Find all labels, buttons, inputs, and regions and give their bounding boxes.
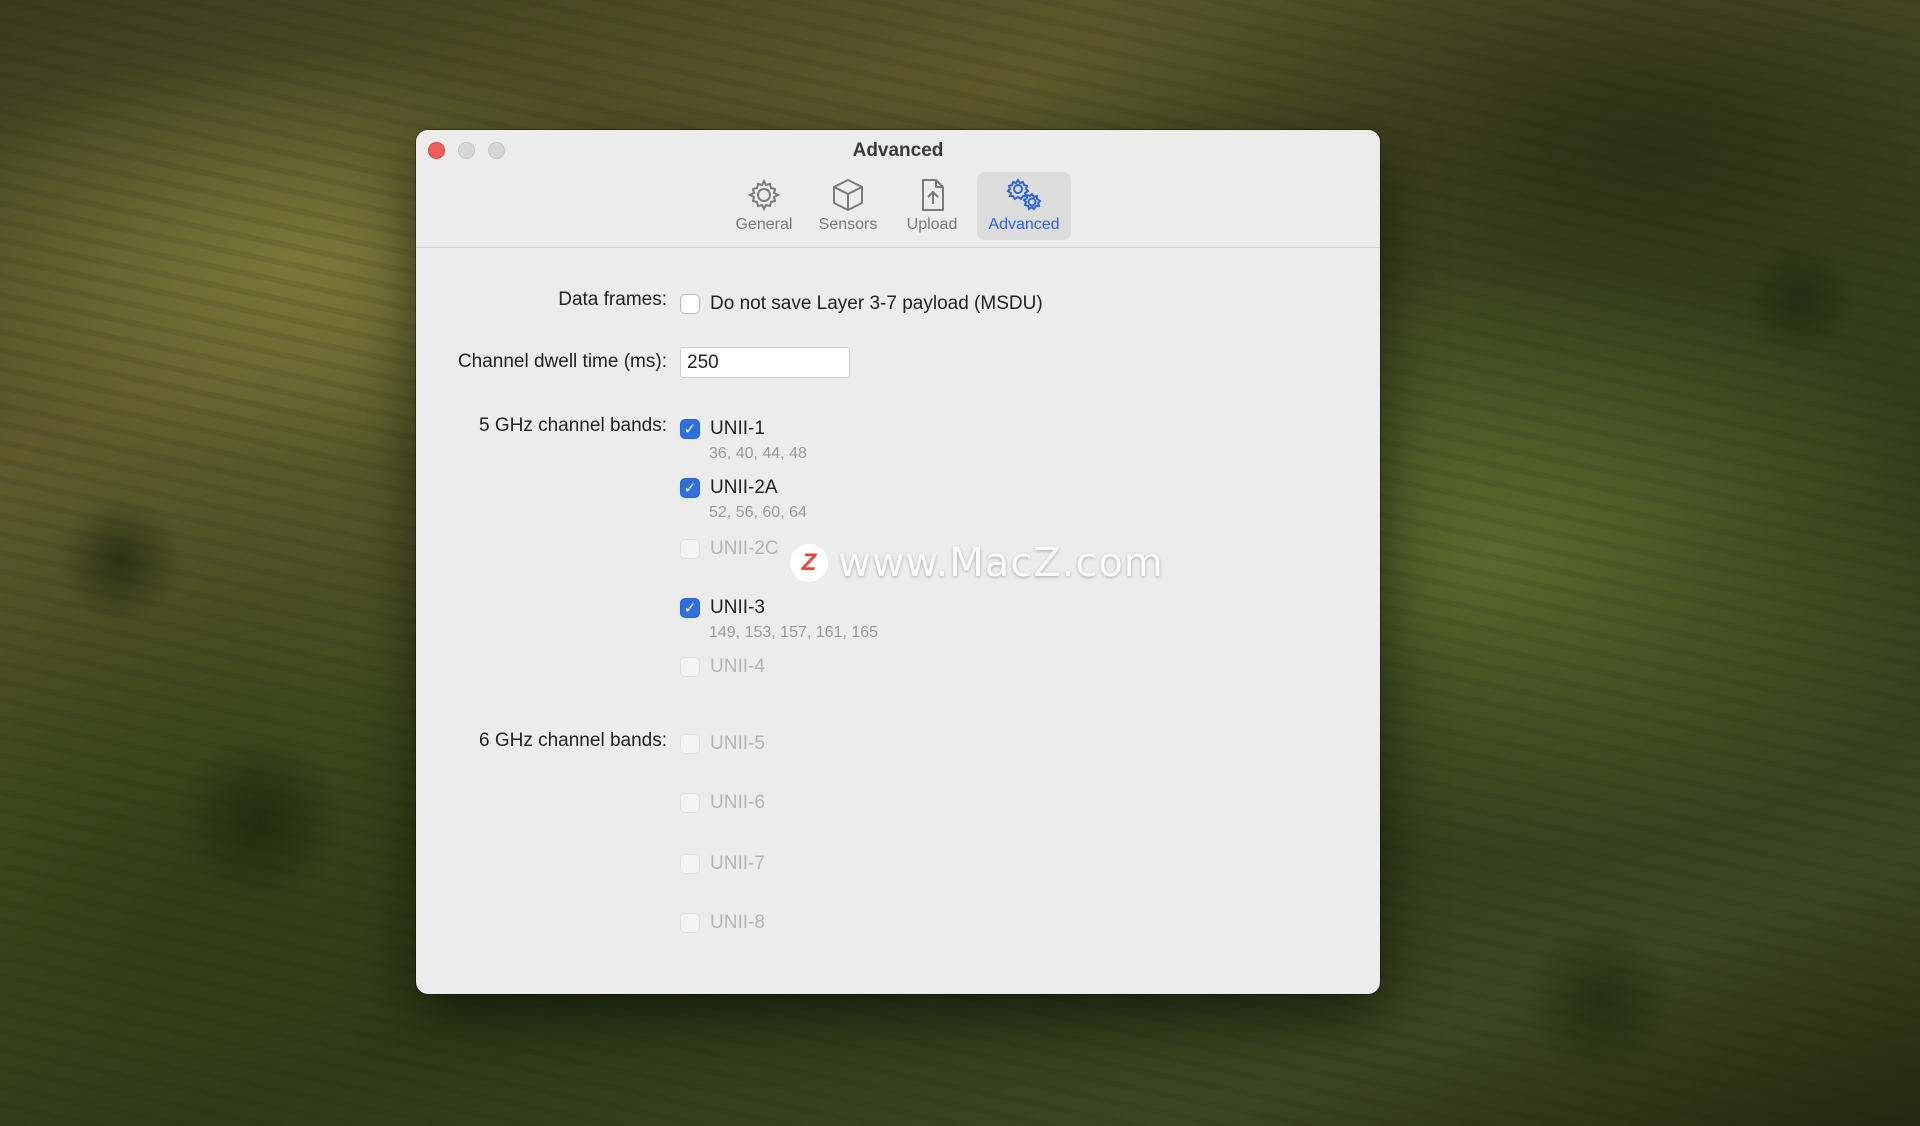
dwell-time-input[interactable]: [680, 347, 850, 378]
band-unii-1-checkbox[interactable]: [680, 419, 700, 439]
tab-upload[interactable]: Upload: [893, 172, 971, 240]
band-unii-5-checkbox: [680, 734, 700, 754]
tab-label: Sensors: [818, 216, 878, 233]
band-unii-2c: UNII-2C: [680, 537, 779, 561]
band-name: UNII-7: [710, 853, 765, 874]
band-channels: 36, 40, 44, 48: [709, 445, 807, 462]
data-frames-label: Data frames:: [558, 289, 667, 310]
msdu-checkbox-label: Do not save Layer 3-7 payload (MSDU): [710, 293, 1043, 314]
band-unii-1-row[interactable]: UNII-1: [680, 417, 807, 441]
band-unii-2a-checkbox[interactable]: [680, 478, 700, 498]
band-unii-7-checkbox: [680, 854, 700, 874]
band-name: UNII-2A: [710, 477, 778, 498]
cube-icon: [833, 179, 863, 211]
band-unii-3: UNII-3 149, 153, 157, 161, 165: [680, 596, 878, 642]
band-unii-3-row[interactable]: UNII-3: [680, 596, 878, 620]
band-channels: 149, 153, 157, 161, 165: [709, 624, 879, 641]
band-unii-4: UNII-4: [680, 655, 765, 679]
band-unii-7: UNII-7: [680, 852, 765, 876]
watermark-text: www.MacZ.com: [838, 540, 1164, 586]
tab-advanced[interactable]: Advanced: [977, 172, 1071, 240]
band-unii-6-row: UNII-6: [680, 791, 765, 815]
upload-icon: [922, 179, 944, 211]
band-name: UNII-8: [710, 912, 765, 933]
band-unii-1: UNII-1 36, 40, 44, 48: [680, 417, 807, 463]
band-unii-2c-checkbox: [680, 539, 700, 559]
band-unii-6: UNII-6: [680, 791, 765, 815]
band-unii-4-checkbox: [680, 657, 700, 677]
data-frames-control: Do not save Layer 3-7 payload (MSDU): [680, 292, 1043, 316]
band-unii-5-row: UNII-5: [680, 732, 765, 756]
watermark-logo: Z: [790, 544, 828, 582]
band-name: UNII-4: [710, 656, 765, 677]
band-unii-5: UNII-5: [680, 732, 765, 756]
title-bar: Advanced General Sensors Upload Advanced: [416, 130, 1380, 248]
band-unii-2a-row[interactable]: UNII-2A: [680, 476, 807, 500]
band-name: UNII-6: [710, 792, 765, 813]
band-unii-6-checkbox: [680, 793, 700, 813]
tab-label: Advanced: [988, 216, 1060, 233]
band-unii-2c-row: UNII-2C: [680, 537, 779, 561]
msdu-checkbox[interactable]: [680, 294, 700, 314]
band-unii-8-row: UNII-8: [680, 911, 765, 935]
band-unii-7-row: UNII-7: [680, 852, 765, 876]
band-unii-2a: UNII-2A 52, 56, 60, 64: [680, 476, 807, 522]
band-name: UNII-5: [710, 733, 765, 754]
tab-general[interactable]: General: [725, 172, 803, 240]
band-name: UNII-3: [710, 597, 765, 618]
bands-6ghz-label: 6 GHz channel bands:: [478, 730, 667, 751]
watermark: Z www.MacZ.com: [790, 540, 1164, 586]
tab-label: Upload: [906, 216, 958, 233]
toolbar-tabs: General Sensors Upload Advanced: [416, 172, 1380, 240]
band-name: UNII-1: [710, 418, 765, 439]
gear-icon: [747, 178, 781, 212]
window-title: Advanced: [852, 140, 944, 161]
band-unii-3-checkbox[interactable]: [680, 598, 700, 618]
band-unii-8: UNII-8: [680, 911, 765, 935]
tab-sensors[interactable]: Sensors: [809, 172, 887, 240]
bands-5ghz-label: 5 GHz channel bands:: [478, 415, 667, 436]
band-unii-8-checkbox: [680, 913, 700, 933]
msdu-checkbox-row[interactable]: Do not save Layer 3-7 payload (MSDU): [680, 292, 1043, 316]
gears-icon: [1006, 178, 1042, 211]
band-channels: 52, 56, 60, 64: [709, 504, 807, 521]
band-unii-4-row: UNII-4: [680, 655, 765, 679]
tab-label: General: [735, 216, 793, 233]
dwell-time-label: Channel dwell time (ms):: [457, 351, 667, 372]
band-name: UNII-2C: [710, 538, 779, 559]
